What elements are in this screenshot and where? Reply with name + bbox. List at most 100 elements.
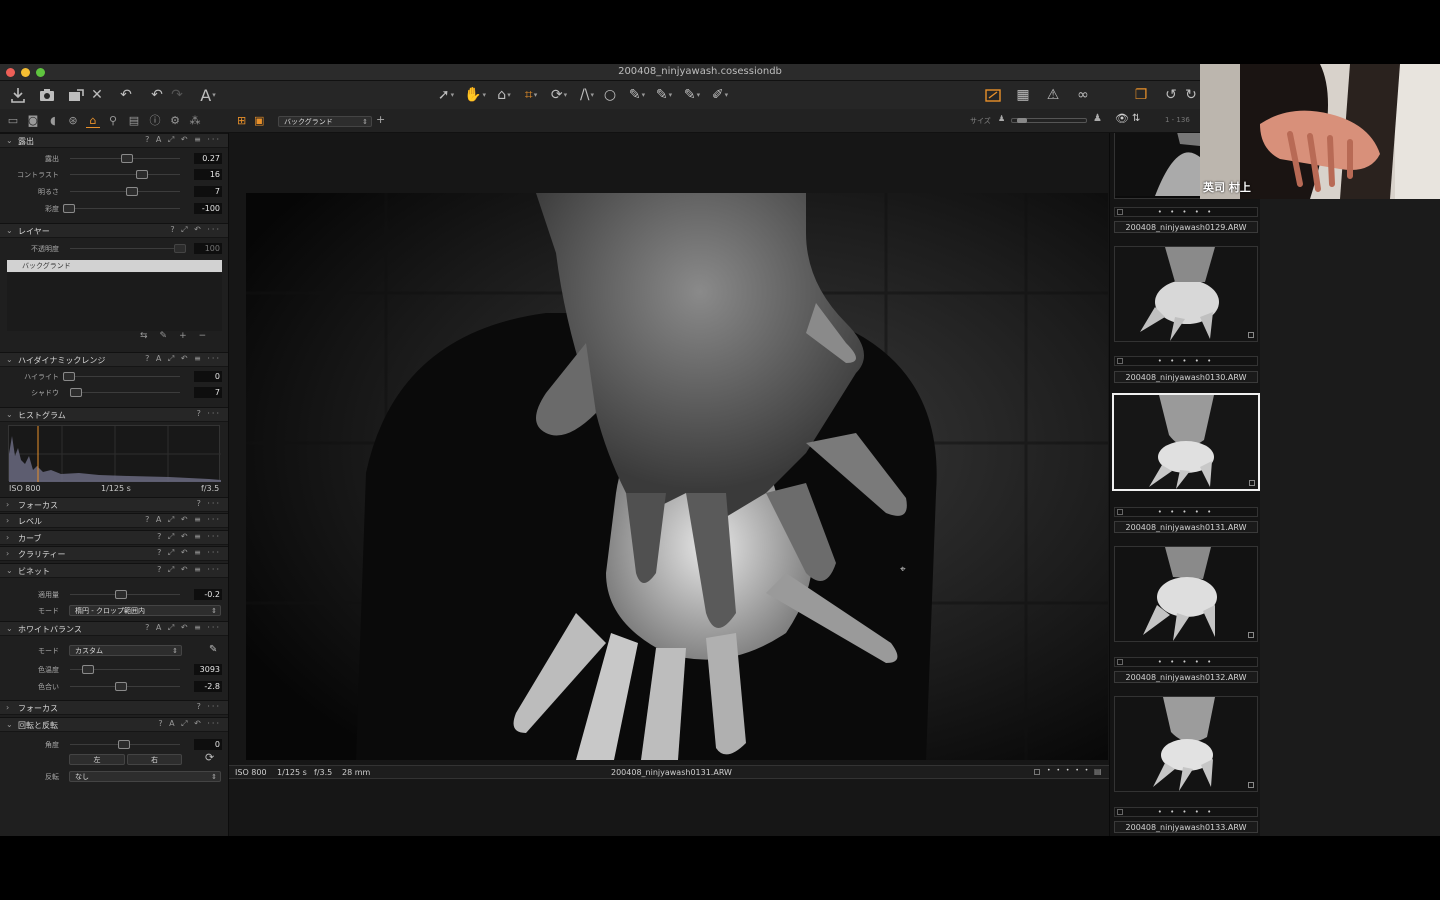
thumbnail-size-slider[interactable] [1011, 118, 1087, 123]
export-button[interactable] [66, 85, 86, 105]
import-button[interactable] [8, 85, 28, 105]
slider-knob[interactable] [136, 170, 148, 179]
section-icons[interactable]: ? ··· [197, 499, 221, 508]
rotate-tool[interactable]: ⟳ ▾ [547, 85, 571, 105]
main-photo[interactable] [246, 193, 1108, 760]
thumb-rating[interactable]: • • • • • [1114, 207, 1258, 217]
slider-knob[interactable] [174, 244, 186, 253]
slider-value[interactable]: 16 [194, 169, 222, 180]
slider-value[interactable]: -100 [194, 203, 222, 214]
section-icons[interactable]: ? ··· [197, 409, 221, 418]
slider-knob[interactable] [118, 740, 130, 749]
thumb-rating[interactable]: • • • • • [1114, 507, 1258, 517]
rotate-right-button[interactable]: 右 [127, 754, 182, 765]
wb-mode-select[interactable]: カスタム [69, 645, 182, 656]
thumb-checkbox[interactable] [1117, 358, 1123, 364]
proof-toggle[interactable]: ∞ [1071, 85, 1095, 105]
copy-adjustments-button[interactable]: ❐ [1131, 85, 1151, 105]
annotation-tool[interactable]: ✐ ▾ [708, 85, 732, 105]
slider-knob[interactable] [63, 372, 75, 381]
select-tool[interactable]: ➚ ▾ [434, 85, 458, 105]
rotate-left-button[interactable]: ↺ [1162, 85, 1180, 105]
levels-header[interactable]: › レベル ? A ⤢ ↶ ≡ ··· [0, 513, 228, 528]
slider-value[interactable]: 7 [194, 186, 222, 197]
pan-tool[interactable]: ✋ ▾ [463, 85, 487, 105]
keystone-tool[interactable]: /\ ▾ [575, 85, 599, 105]
rotate-right-button[interactable]: ↻ [1183, 85, 1199, 105]
layer-item-background[interactable]: バックグランド [7, 260, 222, 272]
loupe-tool[interactable]: ⌂ ▾ [492, 85, 516, 105]
slider-value[interactable]: -2.8 [194, 681, 222, 692]
info-rating[interactable]: • • • • • [1047, 767, 1090, 774]
thumb-rating[interactable]: • • • • • [1114, 807, 1258, 817]
tab-lens[interactable]: ◖ [46, 114, 60, 128]
size-slider-knob[interactable] [1017, 118, 1027, 123]
thumb-rating[interactable]: • • • • • [1114, 657, 1258, 667]
video-call-tile[interactable]: 英司 村上 [1200, 64, 1440, 199]
slider-knob[interactable] [82, 665, 94, 674]
text-tool-button[interactable]: A ▾ [198, 85, 218, 105]
slider-value[interactable]: 3093 [194, 664, 222, 675]
layers-header[interactable]: ⌄ レイヤー ? ⤢ ↶ ··· [0, 223, 228, 238]
thumbnail-0132[interactable] [1114, 546, 1258, 642]
slider-value[interactable]: 100 [194, 243, 222, 254]
section-icons[interactable]: ? A ⤢ ↶ ≡ ··· [145, 623, 221, 633]
exposure-header[interactable]: ⌄ 露出 ? A ⤢ ↶ ≡ ··· [0, 133, 228, 148]
section-icons[interactable]: ? ⤢ ↶ ≡ ··· [157, 548, 221, 558]
undo-button[interactable]: ↶ [147, 85, 167, 105]
section-icons[interactable]: ? A ⤢ ↶ ≡ ··· [145, 354, 221, 364]
section-icons[interactable]: ? ··· [197, 702, 221, 711]
slider-track[interactable] [70, 376, 180, 377]
histogram-header[interactable]: ⌄ ヒストグラム ? ··· [0, 407, 228, 422]
tab-capture[interactable]: ◙ [26, 114, 40, 128]
white-balance-header[interactable]: ⌄ ホワイトバランス ? A ⤢ ↶ ≡ ··· [0, 621, 228, 636]
thumb-rating[interactable]: • • • • • [1114, 356, 1258, 366]
slider-track[interactable] [70, 208, 180, 209]
slider-value[interactable]: 0 [194, 371, 222, 382]
section-icons[interactable]: ? A ⤢ ↶ ≡ ··· [145, 135, 221, 145]
slider-track[interactable] [70, 191, 180, 192]
slider-value[interactable]: -0.2 [194, 589, 222, 600]
thumbnail-0130[interactable] [1114, 246, 1258, 342]
tab-library[interactable]: ▭ [6, 114, 20, 128]
section-icons[interactable]: ? A ⤢ ↶ ··· [158, 719, 221, 729]
reset-button[interactable]: ↶ [116, 85, 136, 105]
tab-metadata[interactable]: ⓘ [148, 114, 162, 128]
slider-knob[interactable] [115, 590, 127, 599]
redo-button[interactable]: ↷ [169, 85, 185, 105]
swap-icon[interactable]: ⇆ [140, 331, 160, 341]
exposure-warning-toggle[interactable]: ⚠ [1043, 85, 1063, 105]
eyedropper-icon[interactable]: ✎ [209, 644, 217, 655]
focus-header-2[interactable]: › フォーカス ? ··· [0, 700, 228, 715]
tab-exposure[interactable]: ⌂ [86, 114, 100, 128]
gradient-tool[interactable]: ✎ ▾ [680, 85, 704, 105]
slider-value[interactable]: 0 [194, 739, 222, 750]
single-view-icon[interactable]: ▣ [254, 114, 264, 127]
slider-track[interactable] [70, 248, 180, 249]
brush-icon[interactable]: ✎ [160, 331, 180, 341]
hdr-header[interactable]: ⌄ ハイダイナミックレンジ ? A ⤢ ↶ ≡ ··· [0, 352, 228, 367]
tab-batch[interactable]: ⁂ [188, 114, 202, 128]
slider-track[interactable] [70, 174, 180, 175]
color-tag-icon[interactable]: ▤ [1094, 767, 1102, 776]
layer-select[interactable]: バックグランド [278, 116, 372, 127]
focus-header[interactable]: › フォーカス ? ··· [0, 497, 228, 512]
slider-knob[interactable] [121, 154, 133, 163]
slider-knob[interactable] [70, 388, 82, 397]
sort-icon[interactable]: ⇅ [1132, 113, 1140, 124]
delete-button[interactable]: ✕ [88, 85, 106, 105]
grid-view-icon[interactable]: ⊞ [237, 114, 246, 127]
rotation-header[interactable]: ⌄ 回転と反転 ? A ⤢ ↶ ··· [0, 717, 228, 732]
image-viewer[interactable]: ⌖ ISO 800 1/125 s f/3.5 28 mm 200408_nin… [229, 133, 1109, 836]
slider-track[interactable] [70, 392, 180, 393]
add-icon[interactable]: + [179, 331, 199, 341]
slider-knob[interactable] [63, 204, 75, 213]
grid-toggle[interactable]: ▦ [1013, 85, 1033, 105]
slider-knob[interactable] [126, 187, 138, 196]
eye-icon[interactable]: 👁 [1115, 112, 1129, 125]
rotate-left-button[interactable]: 左 [69, 754, 125, 765]
flip-select[interactable]: なし [69, 771, 221, 782]
info-select-checkbox[interactable] [1034, 769, 1040, 775]
crop-tool[interactable]: ⌗ ▾ [519, 85, 543, 105]
edit-mode-toggle[interactable] [983, 85, 1003, 105]
